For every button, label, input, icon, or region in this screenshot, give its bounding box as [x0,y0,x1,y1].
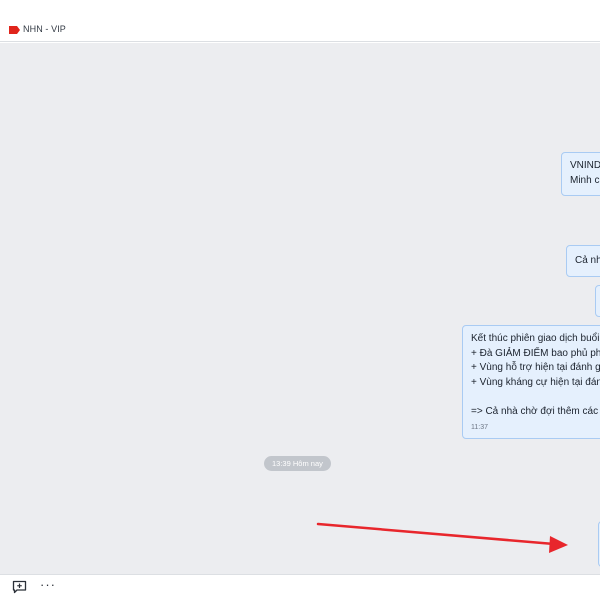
red-arrow-annotation [316,522,568,553]
bottom-toolbar: ··· [0,574,600,600]
more-options-icon[interactable]: ··· [40,577,56,593]
sticker-icon[interactable] [12,580,27,594]
